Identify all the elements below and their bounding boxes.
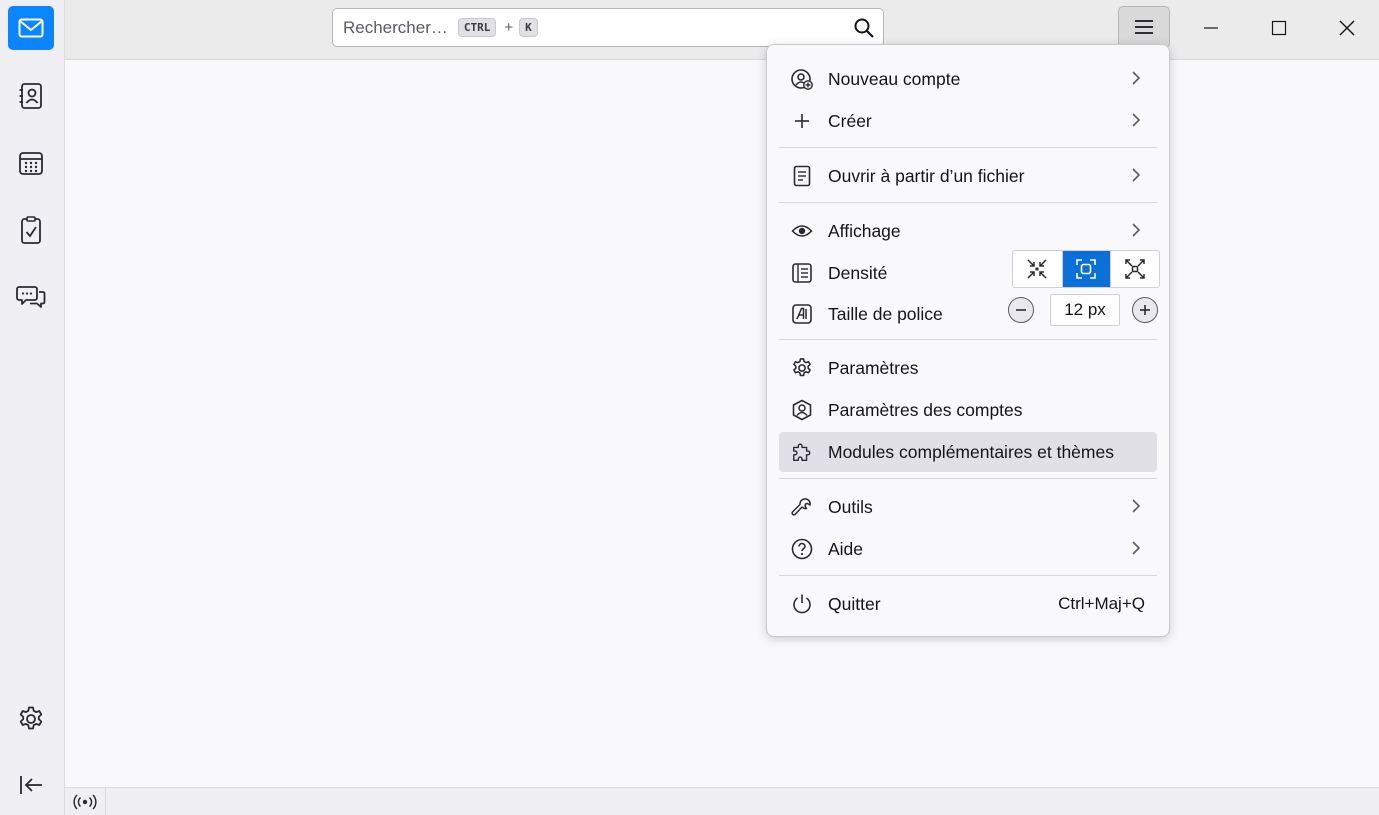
tasks-icon [21,216,41,244]
density-compact-button[interactable] [1013,251,1062,287]
app-menu-panel: Nouveau compte Créer Ouvrir à partir d’u… [766,44,1170,637]
calendar-space-button[interactable] [8,141,54,185]
close-icon [1339,20,1355,36]
calendar-icon [19,152,43,175]
compact-icon [1027,259,1047,279]
maximize-button[interactable] [1245,0,1313,56]
kbd-plus: + [504,19,514,36]
menu-separator [779,147,1157,148]
density-icon [791,262,813,284]
chevron-right-icon [1131,222,1141,243]
menu-separator [779,575,1157,576]
menu-item-settings[interactable]: Paramètres [779,348,1157,388]
menu-separator [779,339,1157,340]
puzzle-icon [791,441,813,463]
plus-icon [791,110,813,132]
plus-icon [1140,305,1150,315]
account-settings-icon [791,399,813,421]
search-icon[interactable] [853,17,875,44]
tools-label: Outils [828,496,873,517]
wrench-icon [791,496,813,518]
chat-icon [16,286,46,308]
menu-separator [779,478,1157,479]
menu-item-view[interactable]: Affichage [779,211,1157,251]
view-label: Affichage [828,220,901,241]
chevron-right-icon [1131,540,1141,561]
density-normal-button[interactable] [1061,251,1111,287]
help-label: Aide [828,538,864,559]
menu-item-density: Densité [779,250,1160,293]
title-bar: Rechercher… CTRL + K [65,0,1379,60]
account-settings-label: Paramètres des comptes [828,399,1023,420]
kbd-ctrl: CTRL [457,18,497,37]
address-book-space-button[interactable] [8,74,54,118]
font-size-icon [791,303,813,325]
chevron-right-icon [1131,498,1141,519]
density-touch-button[interactable] [1110,251,1159,287]
menu-item-quit[interactable]: Quitter Ctrl+Maj+Q [779,584,1157,624]
open-file-label: Ouvrir à partir d’un fichier [828,165,1025,186]
kbd-k: K [519,18,538,37]
menu-separator [779,202,1157,203]
status-bar [65,787,1379,815]
font-size-value: 12 px [1050,294,1120,326]
chevron-right-icon [1131,167,1141,188]
new-account-icon [791,68,813,90]
menu-item-help[interactable]: Aide [779,529,1157,569]
addons-label: Modules complémentaires et thèmes [828,441,1114,462]
minimize-icon [1204,27,1218,29]
normal-density-icon [1076,259,1097,279]
address-book-icon [19,83,42,109]
settings-space-button[interactable] [8,697,54,741]
settings-icon [19,706,43,730]
font-size-controls: 12 px [1008,294,1160,326]
menu-item-create[interactable]: Créer [779,101,1157,141]
density-selector [1012,250,1160,288]
search-bar[interactable]: Rechercher… CTRL + K [332,8,884,47]
minus-icon [1016,309,1026,311]
gear-icon [791,357,813,379]
collapse-spaces-button[interactable] [8,763,54,807]
tasks-space-button[interactable] [8,208,54,252]
spaces-toolbar [0,0,65,815]
power-icon [791,593,813,615]
close-button[interactable] [1313,0,1379,56]
quit-label: Quitter [828,593,881,614]
quit-shortcut: Ctrl+Maj+Q [1058,594,1145,613]
new-account-label: Nouveau compte [828,68,961,89]
menu-item-new-account[interactable]: Nouveau compte [779,59,1157,99]
settings-label: Paramètres [828,357,919,378]
app-menu-button[interactable] [1118,6,1170,48]
minimize-button[interactable] [1177,0,1245,56]
menu-item-open-file[interactable]: Ouvrir à partir d’un fichier [779,156,1157,196]
density-label: Densité [828,262,888,283]
touch-density-icon [1125,259,1145,279]
menu-item-tools[interactable]: Outils [779,487,1157,527]
online-status-icon [73,794,97,810]
menu-item-addons[interactable]: Modules complémentaires et thèmes [779,432,1157,472]
eye-icon [791,220,813,242]
chat-space-button[interactable] [8,275,54,319]
hamburger-icon [1135,20,1153,34]
font-size-increase-button[interactable] [1132,297,1158,323]
chevron-right-icon [1131,70,1141,91]
main-content [65,60,1379,787]
mail-icon [18,18,44,38]
font-size-decrease-button[interactable] [1008,297,1034,323]
menu-item-font-size: Taille de police 12 px [779,294,1160,334]
menu-item-account-settings[interactable]: Paramètres des comptes [779,390,1157,430]
collapse-icon [20,776,42,794]
file-icon [791,165,813,187]
mail-space-button[interactable] [8,6,54,50]
create-label: Créer [828,110,872,131]
search-placeholder: Rechercher… [343,17,448,37]
help-icon [791,538,813,560]
chevron-right-icon [1131,112,1141,133]
maximize-icon [1271,20,1287,36]
online-status-button[interactable] [65,788,106,815]
font-size-label: Taille de police [828,303,943,324]
